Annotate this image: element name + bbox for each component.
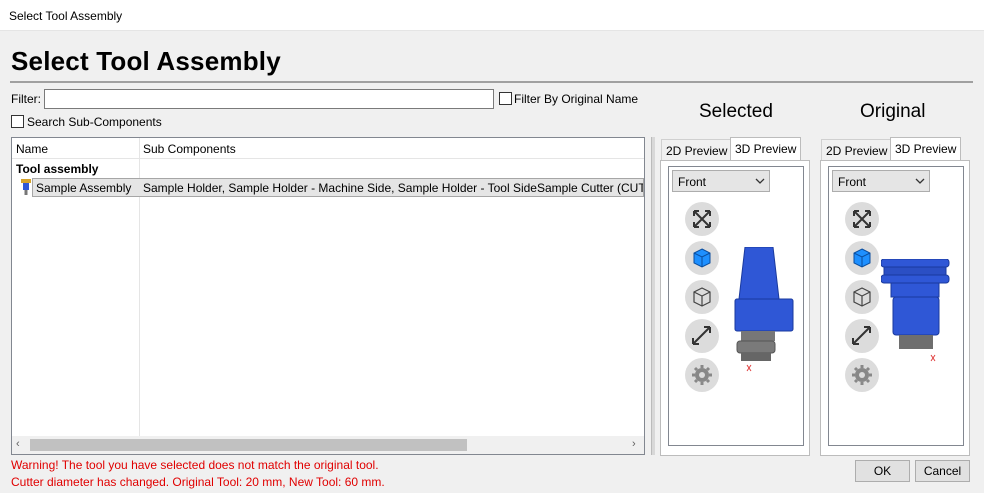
cancel-button[interactable]: Cancel	[915, 460, 970, 482]
wireframe-cube-icon	[693, 287, 711, 307]
original-view-select[interactable]: Front	[832, 170, 930, 192]
tool-assembly-grid[interactable]: Name Sub Components Tool assembly Sample…	[11, 137, 645, 455]
search-sub-components-label: Search Sub-Components	[27, 115, 162, 129]
horizontal-scrollbar[interactable]: ‹ ›	[12, 436, 644, 454]
measure-button[interactable]	[685, 319, 719, 353]
original-panel-title: Original	[860, 101, 926, 122]
scrollbar-thumb[interactable]	[30, 439, 467, 451]
selected-view-select[interactable]: Front	[672, 170, 770, 192]
settings-gear-icon	[692, 365, 712, 385]
wireframe-view-button[interactable]	[845, 280, 879, 314]
selected-view-value: Front	[678, 175, 707, 189]
zoom-extents-button[interactable]	[845, 202, 879, 236]
settings-button[interactable]	[845, 358, 879, 392]
original-tab-3d-preview[interactable]: 3D Preview	[890, 137, 962, 161]
original-tool-preview	[881, 259, 950, 362]
window-titlebar: Select Tool Assembly	[0, 0, 984, 31]
shaded-view-button[interactable]	[685, 241, 719, 275]
filter-input[interactable]	[44, 89, 494, 109]
scroll-right-icon[interactable]: ›	[632, 438, 636, 450]
warning-detail: Cutter diameter has changed. Original To…	[11, 475, 385, 489]
selected-tab-3d-preview[interactable]: 3D Preview	[730, 137, 802, 161]
original-preview-pane: Front	[820, 160, 970, 456]
zoom-extents-icon	[693, 210, 711, 228]
table-row[interactable]: Sample Assembly Sample Holder, Sample Ho…	[32, 178, 644, 197]
filter-label: Filter:	[11, 92, 41, 106]
selected-tab-2d-preview[interactable]: 2D Preview	[661, 139, 733, 161]
original-3d-viewport[interactable]: Front	[828, 166, 964, 446]
row-sub-components: Sample Holder, Sample Holder - Machine S…	[143, 181, 644, 195]
settings-gear-icon	[852, 365, 872, 385]
filter-by-original-name-checkbox[interactable]	[499, 92, 512, 105]
ok-button[interactable]: OK	[855, 460, 910, 482]
selected-preview-pane: Front	[660, 160, 810, 456]
measure-icon	[852, 326, 871, 345]
page-title: Select Tool Assembly	[11, 46, 281, 76]
column-header-sub-components[interactable]: Sub Components	[143, 142, 236, 156]
wireframe-view-button[interactable]	[685, 280, 719, 314]
chevron-down-icon	[915, 178, 925, 184]
original-tab-2d-preview[interactable]: 2D Preview	[821, 139, 893, 161]
row-name: Sample Assembly	[36, 181, 132, 195]
shaded-cube-icon	[693, 248, 711, 268]
splitter[interactable]	[651, 137, 655, 455]
grid-group-header: Tool assembly	[16, 162, 99, 176]
selected-tool-preview	[734, 247, 794, 372]
wireframe-cube-icon	[853, 287, 871, 307]
measure-icon	[692, 326, 711, 345]
search-sub-components-checkbox[interactable]	[11, 115, 24, 128]
window-title: Select Tool Assembly	[9, 9, 123, 23]
selected-3d-viewport[interactable]: Front	[668, 166, 804, 446]
zoom-extents-icon	[853, 210, 871, 228]
shaded-cube-icon	[853, 248, 871, 268]
tool-assembly-icon	[21, 179, 31, 195]
grid-header: Name Sub Components	[12, 138, 644, 159]
zoom-extents-button[interactable]	[685, 202, 719, 236]
scroll-left-icon[interactable]: ‹	[16, 438, 20, 450]
shaded-view-button[interactable]	[845, 241, 879, 275]
heading-divider	[10, 81, 973, 83]
warning-message: Warning! The tool you have selected does…	[11, 458, 379, 472]
filter-by-original-name-label: Filter By Original Name	[514, 92, 639, 106]
chevron-down-icon	[755, 178, 765, 184]
selected-panel-title: Selected	[699, 101, 773, 122]
column-header-name[interactable]: Name	[16, 142, 48, 156]
settings-button[interactable]	[685, 358, 719, 392]
original-view-value: Front	[838, 175, 867, 189]
measure-button[interactable]	[845, 319, 879, 353]
